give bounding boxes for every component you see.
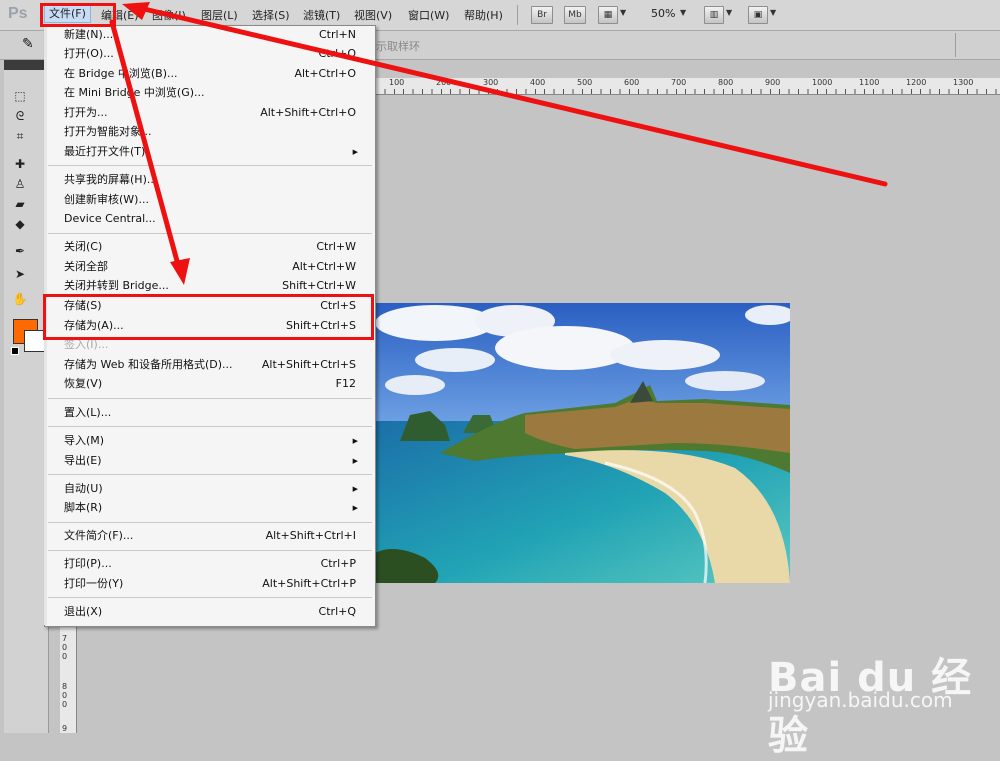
arrow-to-save bbox=[109, 19, 183, 275]
baidu-watermark-url: jingyan.baidu.com bbox=[768, 688, 953, 712]
arrowhead-icon bbox=[122, 2, 150, 20]
arrowhead-icon bbox=[170, 258, 190, 285]
annotation-arrows bbox=[109, 2, 888, 285]
arrow-to-file-menu bbox=[137, 5, 888, 187]
